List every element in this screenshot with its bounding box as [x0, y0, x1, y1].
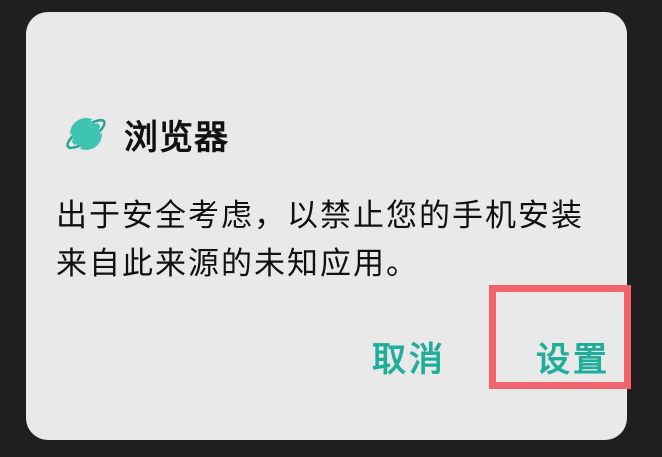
dialog-header: 浏览器	[62, 106, 229, 162]
cancel-button[interactable]: 取消	[372, 332, 446, 381]
message-line-1: 出于安全考虑，以禁止您的手机安装	[56, 198, 584, 234]
message-line-2: 来自此来源的未知应用。	[56, 246, 419, 282]
dialog-message: 出于安全考虑，以禁止您的手机安装 来自此来源的未知应用。	[56, 192, 616, 288]
dialog-title: 浏览器	[124, 117, 229, 158]
settings-button[interactable]: 设置	[536, 332, 610, 381]
unknown-apps-dialog: 浏览器 出于安全考虑，以禁止您的手机安装 来自此来源的未知应用。 取消 设置	[26, 12, 627, 440]
planet-icon	[62, 110, 110, 158]
